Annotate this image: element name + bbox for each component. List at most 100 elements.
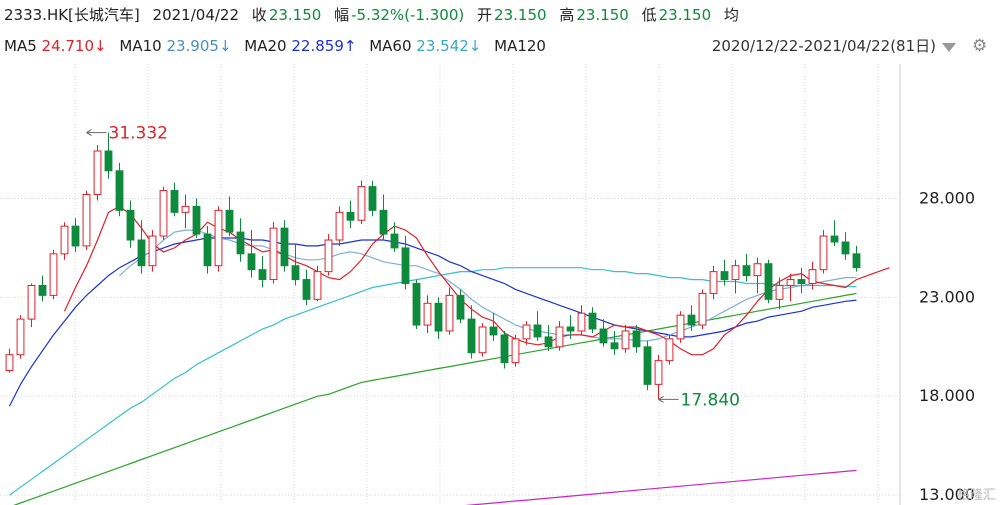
candle-body xyxy=(434,302,443,332)
candle-body xyxy=(456,294,465,320)
candle xyxy=(731,259,740,294)
candle xyxy=(434,297,443,339)
candle xyxy=(181,194,190,229)
candle xyxy=(214,206,223,272)
candle-body xyxy=(764,263,773,300)
candle-body xyxy=(5,354,14,372)
candle-body xyxy=(423,302,432,326)
candle xyxy=(291,243,300,286)
candle-body xyxy=(830,235,839,243)
candle xyxy=(533,311,542,341)
candle xyxy=(654,354,663,400)
candle-body xyxy=(236,231,245,255)
candle xyxy=(115,162,124,217)
candle-body xyxy=(49,253,58,296)
candle-body xyxy=(566,326,575,332)
candle-body xyxy=(324,239,333,273)
candle xyxy=(467,305,476,359)
open-price: 开 23.150 xyxy=(477,6,547,24)
candle xyxy=(27,283,36,328)
candle xyxy=(687,305,696,331)
candle xyxy=(511,334,520,367)
candle-body xyxy=(27,284,36,320)
candle xyxy=(665,334,674,365)
candle-body xyxy=(500,334,509,364)
candle xyxy=(302,269,311,306)
candle-body xyxy=(588,312,597,330)
candle-body xyxy=(533,324,542,338)
candle-body xyxy=(808,269,817,285)
candle xyxy=(38,275,47,302)
candle xyxy=(500,330,509,369)
stock-code[interactable]: 2333.HK[长城汽车] xyxy=(4,2,140,28)
candle-body xyxy=(357,186,366,221)
candle xyxy=(16,315,25,359)
candle-body xyxy=(60,225,69,255)
candle-body xyxy=(753,263,762,277)
candle xyxy=(423,295,432,333)
candle xyxy=(346,200,355,229)
candle xyxy=(830,220,839,246)
candle-body xyxy=(654,360,663,385)
candle-body xyxy=(16,318,25,356)
candle xyxy=(412,279,421,329)
y-tick-label: 28.000 xyxy=(919,188,975,207)
candle xyxy=(269,222,278,284)
ma10-legend: MA10 23.905↓ xyxy=(119,37,232,55)
candle xyxy=(588,307,597,333)
candle-body xyxy=(291,265,300,281)
settings-gear-icon[interactable]: ⚙ xyxy=(972,37,990,55)
candle xyxy=(544,325,553,351)
candle-body xyxy=(544,336,553,348)
candle-body xyxy=(368,186,377,211)
candle-body xyxy=(126,209,135,241)
candlestick-chart[interactable]: 31.33217.840 28.00023.00018.00013.000 xyxy=(0,64,1000,505)
ma60-legend: MA60 23.542↓ xyxy=(369,37,482,55)
ma20-legend: MA20 22.859↑ xyxy=(244,37,357,55)
candle-body xyxy=(159,190,168,237)
candle-body xyxy=(148,235,157,267)
candle-body xyxy=(632,330,641,348)
candle xyxy=(797,267,806,294)
candle xyxy=(555,321,564,351)
quote-date: 2021/04/22 xyxy=(152,6,240,24)
candle xyxy=(698,289,707,329)
candle-body xyxy=(82,194,91,247)
candle xyxy=(313,265,322,302)
dropdown-triangle-icon[interactable] xyxy=(942,43,956,52)
y-tick-label: 23.000 xyxy=(919,287,975,306)
candle xyxy=(247,230,256,278)
candle-body xyxy=(621,330,630,350)
candle-body xyxy=(731,265,740,281)
candle xyxy=(236,218,245,262)
annotations: 31.332 17.840 xyxy=(86,124,740,410)
annotation-label: 31.332 xyxy=(109,124,168,144)
candle-body xyxy=(258,269,267,281)
candle-body xyxy=(181,205,190,213)
candle-body xyxy=(115,170,124,211)
quote-header: 2333.HK[长城汽车] 2021/04/22 收 23.150 幅 -5.32%… xyxy=(0,2,1000,28)
candle xyxy=(82,190,91,250)
candle-body xyxy=(786,279,795,286)
candle-body xyxy=(104,150,113,172)
candle-body xyxy=(225,209,234,233)
candle xyxy=(192,198,201,239)
candle-body xyxy=(445,294,454,332)
candle-body xyxy=(379,209,388,235)
candle xyxy=(379,194,388,241)
candle-body xyxy=(412,283,421,326)
candle xyxy=(753,257,762,294)
candle-body xyxy=(489,326,498,336)
ma120-legend: MA120 xyxy=(494,37,546,55)
candle xyxy=(93,145,102,201)
candle-body xyxy=(401,247,410,285)
candle-body xyxy=(137,239,146,267)
candle xyxy=(478,323,487,357)
ma10-line xyxy=(119,229,857,342)
candle-body xyxy=(852,253,861,269)
candle-body xyxy=(698,292,707,326)
period-range[interactable]: 2020/12/22-2021/04/22(81日) xyxy=(712,33,936,59)
candle xyxy=(819,230,828,274)
candle-body xyxy=(797,279,806,285)
candle xyxy=(170,182,179,217)
